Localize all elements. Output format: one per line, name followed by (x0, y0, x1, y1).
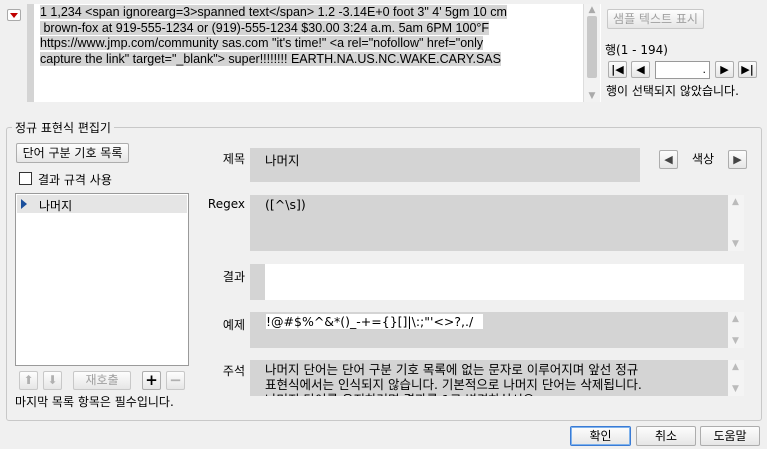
note-value: 나머지 단어는 단어 구분 기호 목록에 없는 문자로 이루어지며 앞선 정규 … (265, 362, 642, 396)
note-field[interactable]: 나머지 단어는 단어 구분 기호 목록에 없는 문자로 이루어지며 앞선 정규 … (250, 360, 744, 396)
regex-label: Regex (207, 197, 245, 211)
title-label: 제목 (222, 152, 245, 166)
result-field[interactable] (265, 264, 744, 300)
required-note: 마지막 목록 항목은 필수입니다. (15, 395, 174, 409)
regex-value: ([^\s]) (265, 197, 306, 212)
regex-field[interactable]: ([^\s]) ▲ ▼ (250, 195, 744, 251)
disclosure-icon[interactable] (7, 9, 21, 21)
sample-gutter (27, 4, 34, 102)
color-prev-icon[interactable]: ◀ (659, 150, 678, 169)
expand-triangle-icon[interactable] (21, 199, 27, 209)
prev-row-icon[interactable]: ◀ (631, 61, 650, 78)
add-icon[interactable]: + (142, 371, 161, 390)
title-value: 나머지 (265, 153, 300, 168)
example-scrollbar[interactable]: ▲ ▼ (728, 312, 744, 348)
last-row-icon[interactable]: ▶| (738, 61, 757, 78)
use-result-rule-checkbox[interactable] (19, 172, 32, 185)
scroll-up-icon[interactable]: ▲ (587, 6, 597, 15)
regex-scrollbar[interactable]: ▲ ▼ (728, 195, 744, 251)
color-label: 색상 (692, 152, 715, 166)
cancel-button[interactable]: 취소 (636, 426, 696, 446)
use-result-rule-label: 결과 규격 사용 (38, 173, 112, 187)
title-field[interactable]: 나머지 (250, 148, 640, 182)
help-button[interactable]: 도움말 (700, 426, 760, 446)
example-value: !@#$%^&*()_-+={}[]|\:;"'<>?,./ (266, 314, 484, 329)
sample-scrollbar[interactable]: ▲ ▼ (583, 4, 600, 102)
sample-text-content: 1 1,234 <span ignorearg=3>spanned text</… (40, 5, 507, 66)
note-scrollbar[interactable]: ▲ ▼ (728, 360, 744, 396)
restore-button[interactable]: 재호출 (73, 371, 131, 390)
first-row-icon[interactable]: |◀ (608, 61, 627, 78)
note-label: 주석 (222, 364, 245, 378)
show-sample-text-button[interactable]: 샘플 텍스트 표시 (607, 9, 704, 29)
move-up-icon[interactable]: ⬆ (19, 371, 38, 390)
next-row-icon[interactable]: ▶ (715, 61, 734, 78)
word-list-button[interactable]: 단어 구분 기호 목록 (16, 143, 129, 163)
ok-button[interactable]: 확인 (570, 426, 631, 446)
color-next-icon[interactable]: ▶ (728, 150, 747, 169)
sample-text: 1 1,234 <span ignorearg=3>spanned text</… (40, 5, 585, 95)
selection-status: 행이 선택되지 않았습니다. (606, 84, 739, 98)
list-item-label: 나머지 (39, 199, 73, 213)
list-item[interactable]: 나머지 (17, 195, 187, 213)
example-label: 예제 (222, 318, 245, 332)
row-number-input[interactable]: . (655, 61, 710, 79)
rule-listbox[interactable]: 나머지 (15, 193, 189, 366)
remove-icon[interactable]: − (166, 371, 185, 390)
scroll-thumb[interactable] (587, 16, 597, 78)
rows-range-label: 행(1 - 194) (605, 43, 668, 57)
result-label: 결과 (222, 270, 245, 284)
move-down-icon[interactable]: ⬇ (43, 371, 62, 390)
group-title: 정규 표현식 편집기 (12, 119, 114, 136)
result-gutter (250, 264, 265, 300)
scroll-down-icon[interactable]: ▼ (587, 92, 597, 101)
example-field[interactable]: !@#$%^&*()_-+={}[]|\:;"'<>?,./ ▲ ▼ (250, 312, 744, 348)
